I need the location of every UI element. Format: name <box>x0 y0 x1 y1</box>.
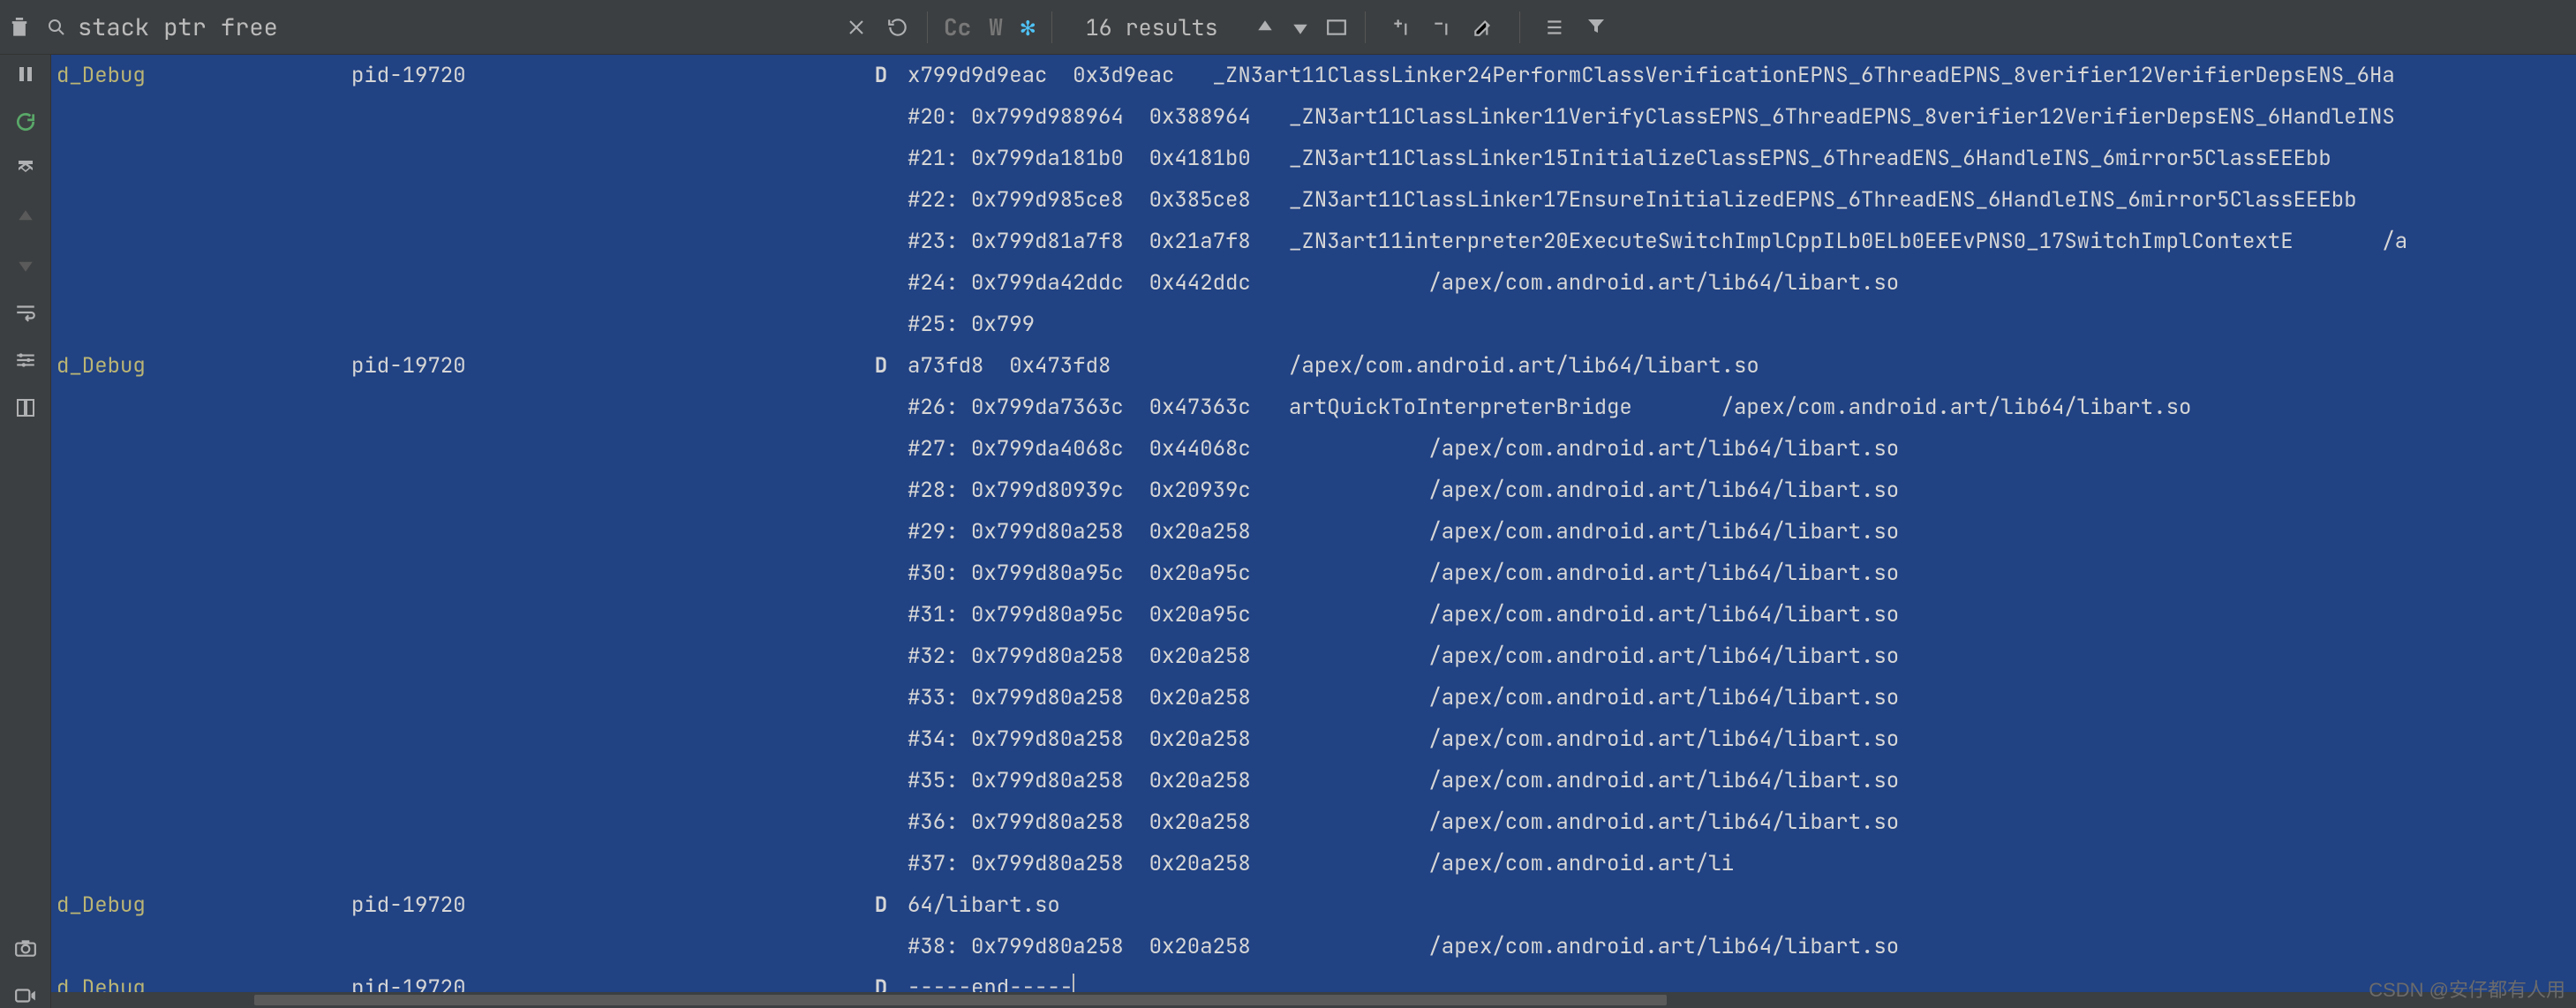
scroll-to-end-button[interactable] <box>13 157 38 182</box>
log-line[interactable]: #36: 0x799d80a258 0x20a258 /apex/com.and… <box>51 801 2576 843</box>
log-line[interactable]: #22: 0x799d985ce8 0x385ce8 _ZN3art11Clas… <box>51 179 2576 221</box>
log-message: 64/libart.so <box>908 891 2576 919</box>
log-message: #23: 0x799d81a7f8 0x21a7f8 _ZN3art11inte… <box>908 228 2576 255</box>
log-message: #24: 0x799da42ddc 0x442ddc /apex/com.and… <box>908 269 2576 297</box>
log-output[interactable]: d_Debugpid-19720Dx799d9d9eac 0x3d9eac _Z… <box>51 55 2576 1008</box>
log-line[interactable]: #35: 0x799d80a258 0x20a258 /apex/com.and… <box>51 760 2576 801</box>
log-line[interactable]: #26: 0x799da7363c 0x47363c artQuickToInt… <box>51 387 2576 428</box>
prev-match-button[interactable] <box>1255 18 1275 37</box>
divider <box>927 11 928 43</box>
log-message: #25: 0x799 <box>908 311 2576 338</box>
log-line[interactable]: #28: 0x799d80939c 0x20939c /apex/com.and… <box>51 470 2576 511</box>
log-line[interactable]: #30: 0x799d80a95c 0x20a95c /apex/com.and… <box>51 553 2576 594</box>
log-pid: pid-19720 <box>351 891 855 919</box>
up-button[interactable] <box>13 205 38 229</box>
log-level: D <box>855 352 908 380</box>
log-line[interactable]: #20: 0x799d988964 0x388964 _ZN3art11Clas… <box>51 96 2576 138</box>
log-line[interactable]: #32: 0x799d80a258 0x20a258 /apex/com.and… <box>51 636 2576 677</box>
remove-filter-button[interactable] <box>1431 16 1454 39</box>
whole-word-toggle[interactable]: W <box>980 11 1012 42</box>
divider <box>1051 11 1052 43</box>
log-line[interactable]: #29: 0x799d80a258 0x20a258 /apex/com.and… <box>51 511 2576 553</box>
log-level: D <box>855 62 908 89</box>
log-line[interactable]: #21: 0x799da181b0 0x4181b0 _ZN3art11Clas… <box>51 138 2576 179</box>
log-message: #38: 0x799d80a258 0x20a258 /apex/com.and… <box>908 933 2576 960</box>
log-message: #36: 0x799d80a258 0x20a258 /apex/com.and… <box>908 809 2576 836</box>
open-in-find-button[interactable] <box>1326 18 1347 37</box>
split-button[interactable] <box>13 395 38 420</box>
log-line[interactable]: #33: 0x799d80a258 0x20a258 /apex/com.and… <box>51 677 2576 718</box>
log-message: #34: 0x799d80a258 0x20a258 /apex/com.and… <box>908 726 2576 753</box>
log-message: #22: 0x799d985ce8 0x385ce8 _ZN3art11Clas… <box>908 186 2576 214</box>
clear-search-button[interactable] <box>837 19 876 36</box>
log-line[interactable]: #27: 0x799da4068c 0x44068c /apex/com.and… <box>51 428 2576 470</box>
add-filter-button[interactable] <box>1390 16 1413 39</box>
log-message: #20: 0x799d988964 0x388964 _ZN3art11Clas… <box>908 103 2576 131</box>
search-input[interactable] <box>78 11 837 43</box>
down-button[interactable] <box>13 252 38 277</box>
log-message: x799d9d9eac 0x3d9eac _ZN3art11ClassLinke… <box>908 62 2576 89</box>
log-level: D <box>855 891 908 919</box>
log-tag: d_Debug <box>51 352 351 380</box>
log-message: #33: 0x799d80a258 0x20a258 /apex/com.and… <box>908 684 2576 711</box>
log-message: #21: 0x799da181b0 0x4181b0 _ZN3art11Clas… <box>908 145 2576 172</box>
soft-wrap-button[interactable] <box>13 300 38 325</box>
search-icon <box>46 17 67 38</box>
log-line[interactable]: #37: 0x799d80a258 0x20a258 /apex/com.and… <box>51 843 2576 884</box>
side-gutter <box>0 55 51 1008</box>
log-line[interactable]: #23: 0x799d81a7f8 0x21a7f8 _ZN3art11inte… <box>51 221 2576 262</box>
log-message: #28: 0x799d80939c 0x20939c /apex/com.and… <box>908 477 2576 504</box>
log-line[interactable]: d_Debugpid-19720Dx799d9d9eac 0x3d9eac _Z… <box>51 55 2576 96</box>
clear-log-button[interactable] <box>0 0 39 54</box>
log-message: #31: 0x799d80a95c 0x20a95c /apex/com.and… <box>908 601 2576 628</box>
match-case-toggle[interactable]: Cc <box>935 11 980 42</box>
log-message: #29: 0x799d80a258 0x20a258 /apex/com.and… <box>908 518 2576 545</box>
divider <box>1519 11 1520 43</box>
view-options-button[interactable] <box>1545 16 1568 39</box>
log-line[interactable]: d_Debugpid-19720Da73fd8 0x473fd8 /apex/c… <box>51 345 2576 387</box>
log-tag: d_Debug <box>51 891 351 919</box>
restart-button[interactable] <box>13 109 38 134</box>
log-line[interactable]: d_Debugpid-19720D64/libart.so <box>51 884 2576 926</box>
log-line[interactable]: #34: 0x799d80a258 0x20a258 /apex/com.and… <box>51 718 2576 760</box>
log-message: #27: 0x799da4068c 0x44068c /apex/com.and… <box>908 435 2576 463</box>
filter-button[interactable] <box>1586 16 1607 39</box>
log-message: #32: 0x799d80a258 0x20a258 /apex/com.and… <box>908 643 2576 670</box>
log-line[interactable]: #31: 0x799d80a95c 0x20a95c /apex/com.and… <box>51 594 2576 636</box>
search-history-button[interactable] <box>876 16 920 39</box>
search-toolbar: Cc W ✻ 16 results <box>0 0 2576 55</box>
log-pid: pid-19720 <box>351 62 855 89</box>
next-match-button[interactable] <box>1291 18 1310 37</box>
log-tag: d_Debug <box>51 62 351 89</box>
scrollbar-thumb[interactable] <box>254 995 1667 1005</box>
edit-filter-button[interactable] <box>1472 16 1495 39</box>
results-count: 16 results <box>1059 12 1245 42</box>
log-message: #26: 0x799da7363c 0x47363c artQuickToInt… <box>908 394 2576 421</box>
settings-button[interactable] <box>13 348 38 372</box>
log-message: a73fd8 0x473fd8 /apex/com.android.art/li… <box>908 352 2576 380</box>
log-message: #30: 0x799d80a95c 0x20a95c /apex/com.and… <box>908 560 2576 587</box>
log-message: #37: 0x799d80a258 0x20a258 /apex/com.and… <box>908 850 2576 877</box>
regex-toggle[interactable]: ✻ <box>1012 11 1044 43</box>
horizontal-scrollbar[interactable] <box>51 992 2576 1008</box>
watermark: CSDN @安仔都有人用 <box>2369 974 2565 1003</box>
log-line[interactable]: #24: 0x799da42ddc 0x442ddc /apex/com.and… <box>51 262 2576 304</box>
log-line[interactable]: #25: 0x799 <box>51 304 2576 345</box>
screenshot-button[interactable] <box>13 936 38 960</box>
log-message: #35: 0x799d80a258 0x20a258 /apex/com.and… <box>908 767 2576 794</box>
log-line[interactable]: #38: 0x799d80a258 0x20a258 /apex/com.and… <box>51 926 2576 967</box>
screen-record-button[interactable] <box>13 983 38 1008</box>
log-pid: pid-19720 <box>351 352 855 380</box>
divider <box>1365 11 1366 43</box>
pause-button[interactable] <box>13 62 38 87</box>
